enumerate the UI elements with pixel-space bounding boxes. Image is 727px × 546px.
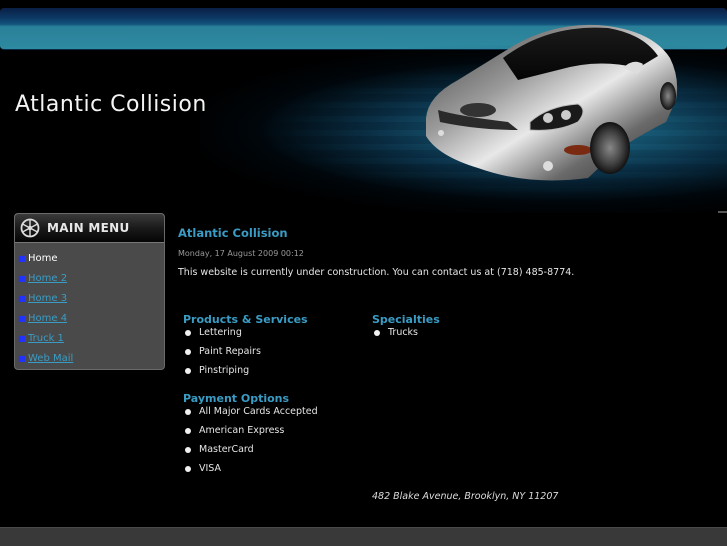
bullet-icon: ■ [18, 313, 26, 323]
products-list: Lettering Paint Repairs Pinstriping [183, 326, 308, 383]
bullet-icon [185, 466, 191, 472]
menu-header: MAIN MENU [15, 214, 164, 243]
menu-title: MAIN MENU [47, 221, 130, 235]
menu-link[interactable]: Web Mail [28, 353, 73, 364]
bullet-icon [185, 368, 191, 374]
menu-item-home-3[interactable]: ■ Home 3 [15, 288, 164, 308]
menu-item-home[interactable]: ■ Home [15, 248, 164, 268]
list-item: All Major Cards Accepted [183, 405, 318, 424]
menu-link[interactable]: Home 4 [28, 313, 67, 324]
menu-item-truck-1[interactable]: ■ Truck 1 [15, 328, 164, 348]
specialties-section: Specialties Trucks [372, 313, 440, 345]
list-item-text: VISA [199, 463, 222, 474]
payment-list: All Major Cards Accepted American Expres… [183, 405, 318, 481]
specialties-heading: Specialties [372, 313, 440, 326]
list-item: Trucks [372, 326, 440, 345]
list-item-text: MasterCard [199, 444, 254, 455]
menu-link[interactable]: Home [28, 253, 58, 264]
bullet-icon [374, 330, 380, 336]
bullet-icon [185, 447, 191, 453]
bullet-icon [185, 349, 191, 355]
bullet-icon: ■ [18, 293, 26, 303]
list-item: MasterCard [183, 443, 318, 462]
menu-item-home-4[interactable]: ■ Home 4 [15, 308, 164, 328]
bullet-icon: ■ [18, 273, 26, 283]
article: Atlantic Collision Monday, 17 August 200… [178, 226, 718, 278]
main-menu: MAIN MENU ■ Home ■ Home 2 ■ Home 3 ■ Hom… [14, 213, 165, 370]
bullet-icon: ■ [18, 253, 26, 263]
header-banner: Atlantic Collision [0, 0, 727, 213]
list-item-text: American Express [199, 425, 285, 436]
bullet-icon [185, 330, 191, 336]
list-item: VISA [183, 462, 318, 481]
bullet-icon: ■ [18, 353, 26, 363]
payment-heading: Payment Options [183, 392, 290, 405]
list-item: Pinstriping [183, 364, 308, 383]
footer [0, 527, 727, 546]
products-heading: Products & Services [183, 313, 308, 326]
car-shape [426, 24, 678, 181]
menu-link[interactable]: Truck 1 [28, 333, 64, 344]
list-item-text: Paint Repairs [199, 346, 261, 357]
list-item-text: Trucks [388, 327, 419, 338]
wheel-icon [20, 218, 40, 238]
bullet-icon [185, 428, 191, 434]
payment-section: Payment Options All Major Cards Accepted… [183, 392, 318, 481]
list-item-text: Lettering [199, 327, 242, 338]
bullet-icon [185, 409, 191, 415]
menu-item-web-mail[interactable]: ■ Web Mail [15, 348, 164, 368]
article-date: Monday, 17 August 2009 00:12 [178, 249, 304, 258]
site-title: Atlantic Collision [15, 92, 207, 117]
specialties-list: Trucks [372, 326, 440, 345]
list-item-text: All Major Cards Accepted [199, 406, 318, 417]
list-item: American Express [183, 424, 318, 443]
address: 482 Blake Avenue, Brooklyn, NY 11207 [372, 491, 559, 502]
header-rule [718, 211, 727, 213]
menu-list: ■ Home ■ Home 2 ■ Home 3 ■ Home 4 ■ Truc… [15, 243, 164, 368]
menu-link[interactable]: Home 3 [28, 293, 67, 304]
list-item: Paint Repairs [183, 345, 308, 364]
car-image [426, 24, 678, 181]
products-section: Products & Services Lettering Paint Repa… [183, 313, 308, 383]
menu-item-home-2[interactable]: ■ Home 2 [15, 268, 164, 288]
list-item-text: Pinstriping [199, 365, 250, 376]
menu-link[interactable]: Home 2 [28, 273, 67, 284]
article-title: Atlantic Collision [178, 226, 288, 240]
bullet-icon: ■ [18, 333, 26, 343]
list-item: Lettering [183, 326, 308, 345]
article-body: This website is currently under construc… [178, 267, 575, 278]
